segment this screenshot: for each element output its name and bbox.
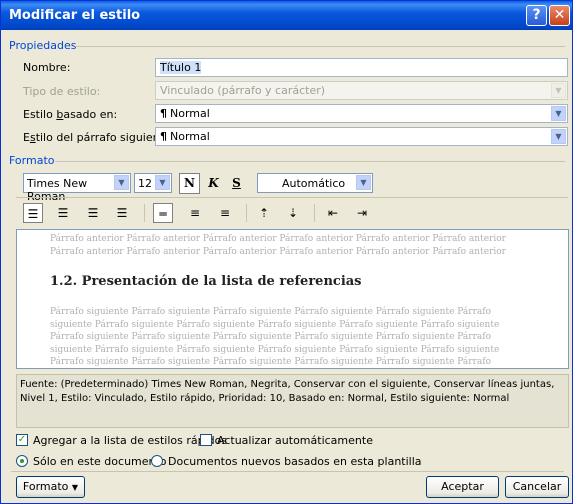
- style-type-value: Vinculado (párrafo y carácter): [160, 84, 326, 97]
- next-style-value: Normal: [170, 130, 210, 143]
- single-spacing-icon[interactable]: ═: [153, 203, 173, 223]
- format-section-title: Formato: [9, 154, 55, 167]
- based-on-select[interactable]: ¶ Normal ▼: [155, 104, 568, 123]
- modify-style-dialog: Modificar el estilo ? ✕ Propiedades Nomb…: [0, 0, 573, 504]
- paragraph-icon: ¶: [160, 107, 167, 120]
- name-value: Título 1: [160, 61, 202, 74]
- format-menu-button[interactable]: Formato ▼: [16, 476, 85, 498]
- decrease-spacing-before-icon[interactable]: ⇣: [283, 203, 303, 223]
- bold-button[interactable]: N: [179, 173, 200, 194]
- font-value: Times New Roman: [27, 177, 88, 203]
- increase-indent-icon[interactable]: ⇥: [352, 203, 372, 223]
- divider: [55, 161, 565, 162]
- chevron-down-icon[interactable]: ▼: [551, 129, 566, 144]
- style-description: Fuente: (Predeterminado) Times New Roman…: [16, 374, 569, 428]
- color-value: Automático: [282, 177, 346, 190]
- new-documents-radio[interactable]: [151, 455, 163, 467]
- auto-update-label[interactable]: Actualizar automáticamente: [217, 434, 373, 447]
- dialog-title: Modificar el estilo: [9, 8, 141, 23]
- font-select[interactable]: Times New Roman ▼: [23, 173, 131, 203]
- title-bar: Modificar el estilo: [1, 1, 572, 30]
- paragraph-icon: ¶: [160, 130, 167, 143]
- divider: [75, 46, 565, 47]
- format-button-label: Formato: [22, 480, 69, 493]
- auto-update-checkbox[interactable]: [200, 434, 212, 446]
- color-select[interactable]: Automático ▼: [257, 173, 373, 193]
- justify-icon[interactable]: ☰: [112, 203, 132, 223]
- style-type-select: Vinculado (párrafo y carácter) ▼: [155, 81, 568, 100]
- based-on-value: Normal: [170, 107, 210, 120]
- previous-paragraph-text: Párrafo anterior Párrafo anterior Párraf…: [50, 234, 506, 257]
- double-spacing-icon[interactable]: ≡: [215, 203, 235, 223]
- divider: [11, 471, 564, 472]
- align-right-icon[interactable]: ☰: [83, 203, 103, 223]
- preview-heading: 1.2. Presentación de la lista de referen…: [50, 274, 362, 289]
- font-size-select[interactable]: 12 ▼: [134, 173, 172, 193]
- this-document-radio[interactable]: [16, 455, 28, 467]
- style-preview: Párrafo anterior Párrafo anterior Párraf…: [16, 229, 569, 369]
- increase-spacing-before-icon[interactable]: ⇡: [254, 203, 274, 223]
- divider: [246, 204, 247, 222]
- underline-button[interactable]: S: [226, 173, 247, 194]
- chevron-down-icon: ▼: [551, 83, 566, 98]
- name-label: Nombre:: [23, 61, 71, 74]
- font-size-value: 12: [138, 177, 152, 190]
- divider: [144, 204, 145, 222]
- divider: [16, 197, 568, 198]
- align-center-icon[interactable]: ☰: [53, 203, 73, 223]
- this-document-label[interactable]: Sólo en este documento: [33, 455, 167, 468]
- new-documents-label[interactable]: Documentos nuevos basados en esta planti…: [168, 455, 422, 468]
- help-button[interactable]: ?: [526, 5, 547, 26]
- align-left-icon[interactable]: ☰: [23, 203, 43, 223]
- caret-down-icon: ▼: [71, 483, 79, 492]
- one-and-half-spacing-icon[interactable]: ≡: [185, 203, 205, 223]
- name-input[interactable]: Título 1: [155, 58, 568, 77]
- close-button[interactable]: ✕: [549, 5, 570, 26]
- chevron-down-icon[interactable]: ▼: [551, 106, 566, 121]
- cancel-button[interactable]: Cancelar: [505, 476, 569, 498]
- divider: [314, 204, 315, 222]
- add-quick-checkbox[interactable]: ✓: [16, 434, 28, 446]
- ok-button[interactable]: Aceptar: [426, 476, 499, 498]
- chevron-down-icon[interactable]: ▼: [356, 175, 371, 190]
- add-quick-label[interactable]: Agregar a la lista de estilos rápidos: [33, 434, 227, 447]
- style-type-label: Tipo de estilo:: [23, 85, 101, 98]
- italic-button[interactable]: K: [203, 173, 224, 194]
- decrease-indent-icon[interactable]: ⇤: [323, 203, 343, 223]
- properties-section-title: Propiedades: [9, 39, 77, 52]
- radio-dot: [20, 459, 24, 463]
- next-style-label: Estilo del párrafo siguiente:: [23, 131, 175, 144]
- next-style-select[interactable]: ¶ Normal ▼: [155, 127, 568, 146]
- chevron-down-icon[interactable]: ▼: [155, 175, 170, 190]
- based-on-label: Estilo basado en:: [23, 108, 118, 121]
- next-paragraph-text: Párrafo siguiente Párrafo siguiente Párr…: [50, 307, 500, 367]
- chevron-down-icon[interactable]: ▼: [114, 175, 129, 190]
